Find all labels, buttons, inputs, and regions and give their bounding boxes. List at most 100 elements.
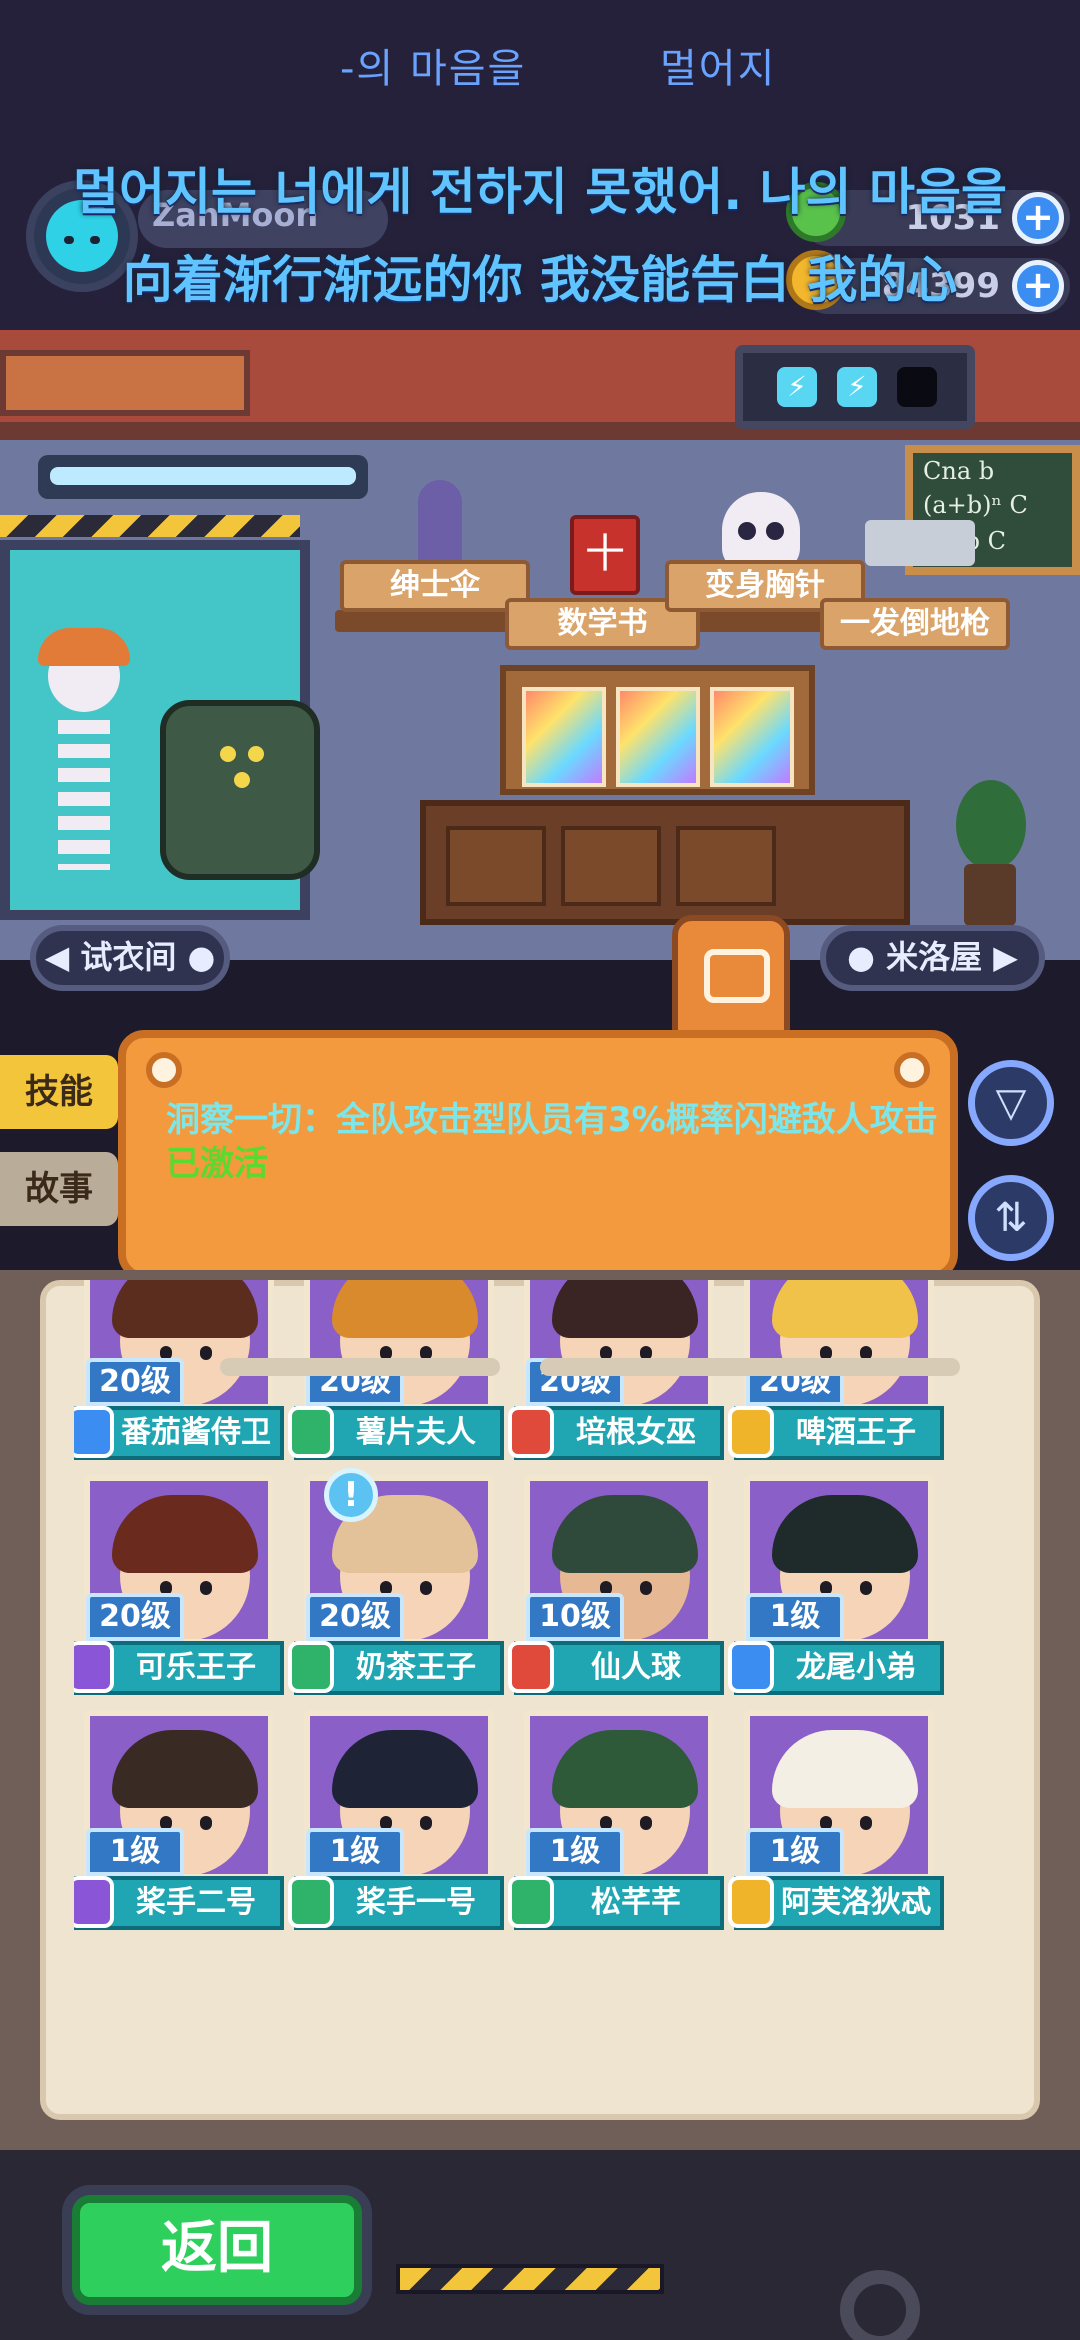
milo-house-button[interactable]: ● 米洛屋 ▶ [820,925,1045,991]
hero-eye [200,1816,212,1830]
hazard-stripe [0,515,300,537]
back-button[interactable]: 返回 [72,2195,362,2305]
role-shield-icon [74,1406,114,1458]
plant-pot [964,864,1016,926]
energy-empty-slot [897,367,937,407]
robot-eye [234,772,250,788]
detective-hat [38,628,130,666]
hero-hair [552,1280,698,1338]
hero-level: 1级 [746,1593,844,1641]
math-book-icon[interactable]: ⼗ [570,515,640,595]
pin-icon [894,1052,930,1088]
fitting-room-button[interactable]: ◀ 试衣间 ● [30,925,230,991]
robot-eye [248,746,264,762]
plant-leaves [956,780,1026,870]
hero-hair [772,1730,918,1808]
energy-meter: ⚡ ⚡ [735,345,975,429]
desk-drawer [446,826,546,906]
hero-level: 20级 [86,1593,184,1641]
hero-card[interactable]: 10级 仙人球 [508,1475,724,1695]
card-frame [500,665,815,795]
energy-bolt-icon: ⚡ [777,367,817,407]
potted-plant [950,780,1030,926]
role-shield-icon [288,1406,334,1458]
umbrella-icon[interactable] [418,480,462,570]
hero-level: 20级 [306,1593,404,1641]
hero-level: 1级 [86,1828,184,1876]
role-shield-icon [288,1876,334,1928]
wardrobe-tag-icon[interactable] [672,915,790,1039]
gear-icon [840,2270,920,2340]
game-screen: -의 마음을 멀어지 ZanMoon 1031 + 84399 + 멀어지는 너… [0,0,1080,2340]
robot-eye [220,746,236,762]
hero-level: 1级 [746,1828,844,1876]
hero-hair [112,1730,258,1808]
collectible-card[interactable] [616,687,700,787]
role-shield-icon [74,1876,114,1928]
desk [420,800,910,925]
lyric-korean: 멀어지는 너에게 전하지 못했어. 나의 마음을 [72,163,1008,221]
board-line: (a+b)ⁿ C [923,491,1028,519]
tab-story[interactable]: 故事 [0,1152,118,1226]
filter-button[interactable]: ▽ [968,1060,1054,1146]
hero-level: 20级 [86,1358,184,1406]
hero-card[interactable]: 1级 桨手一号 [288,1710,504,1930]
pin-icon [146,1052,182,1088]
role-shield-icon [728,1641,774,1693]
robot-character[interactable] [160,700,320,880]
hero-eye [420,1581,432,1595]
sort-button[interactable]: ⇅ [968,1175,1054,1261]
skill-note: 洞察一切：全队攻击型队员有3%概率闪避敌人攻击 已激活 [118,1030,958,1280]
gun-icon[interactable] [865,520,975,566]
skeleton-character[interactable] [24,628,144,920]
desk-drawer [561,826,661,906]
notice-badge[interactable]: ! [324,1468,378,1522]
hero-hair [552,1495,698,1573]
lyric-preview: -의 마음을 멀어지 [0,36,1080,96]
hero-hair [112,1280,258,1338]
skull-eye [766,522,784,540]
skill-description: 洞察一切：全队攻击型队员有3%概率闪避敌人攻击 已激活 [166,1098,946,1186]
vent-panel [0,350,250,416]
hero-card[interactable]: 1级 松芊芊 [508,1710,724,1930]
role-shield-icon [508,1641,554,1693]
board-line: Cna b [923,457,995,485]
hero-card[interactable]: 1级 龙尾小弟 [728,1475,944,1695]
item-tag-umbrella[interactable]: 绅士伞 [340,560,530,612]
hero-card[interactable]: 1级 阿芙洛狄忒 [728,1710,944,1930]
collectible-card[interactable] [522,687,606,787]
hero-level: 1级 [526,1828,624,1876]
hero-eye [420,1816,432,1830]
hero-card[interactable]: 1级 桨手二号 [74,1710,284,1930]
collectible-card[interactable] [710,687,794,787]
hero-card[interactable]: 20级 可乐王子 [74,1475,284,1695]
hero-eye [860,1816,872,1830]
hero-hair [332,1730,478,1808]
lyric-fragment-left: -의 마음을 [340,46,527,92]
hero-card[interactable]: 20级 奶茶王子 [288,1475,504,1695]
hero-eye [200,1581,212,1595]
hero-eye [860,1581,872,1595]
role-shield-icon [74,1641,114,1693]
ceiling-lamp [38,455,368,499]
hero-hair [552,1730,698,1808]
hero-hair [332,1280,478,1338]
role-shield-icon [728,1876,774,1928]
item-tag-gun[interactable]: 一发倒地枪 [820,598,1010,650]
lyric-fragment-right: 멀어지 [660,46,777,92]
role-shield-icon [508,1406,554,1458]
role-shield-icon [508,1876,554,1928]
hazard-stripe-bottom [396,2264,664,2294]
hero-hair [112,1495,258,1573]
skeleton-ribs [58,720,110,870]
hero-level: 1级 [306,1828,404,1876]
energy-bolt-icon: ⚡ [837,367,877,407]
skull-eye [738,522,756,540]
hero-hair [772,1280,918,1338]
hero-eye [200,1346,212,1360]
skill-status: 已激活 [166,1144,268,1184]
hero-hair [772,1495,918,1573]
lyric-chinese: 向着渐行渐远的你 我没能告白 我的心 [122,251,958,309]
tab-skill[interactable]: 技能 [0,1055,118,1129]
role-shield-icon [728,1406,774,1458]
